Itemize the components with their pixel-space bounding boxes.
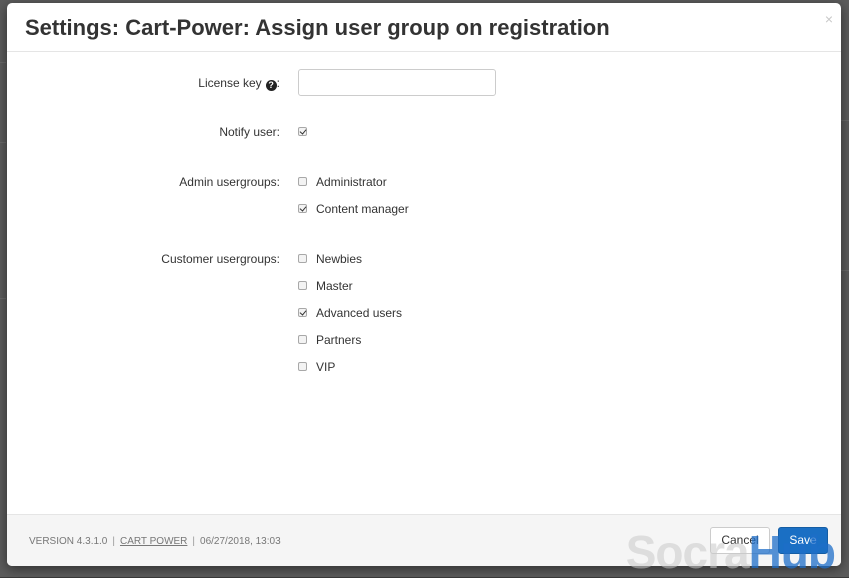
release-date: 06/27/2018, 13:03 [200, 536, 281, 547]
version-text: VERSION 4.3.1.0 [29, 536, 108, 547]
save-button[interactable]: Save [778, 527, 828, 554]
administrator-checkbox[interactable] [298, 177, 307, 187]
dialog-header: Settings: Cart-Power: Assign user group … [7, 3, 841, 52]
master-label[interactable]: Master [316, 279, 353, 293]
admin-usergroups-label: Admin usergroups: [179, 175, 280, 189]
background-divider [0, 62, 6, 63]
dialog-title: Settings: Cart-Power: Assign user group … [25, 15, 610, 40]
notify-user-checkbox[interactable] [298, 127, 307, 137]
administrator-label[interactable]: Administrator [316, 175, 387, 189]
close-icon[interactable]: × [825, 12, 833, 26]
newbies-label[interactable]: Newbies [316, 252, 362, 266]
notify-user-label: Notify user: [219, 125, 280, 139]
background-divider [841, 270, 849, 271]
vip-label[interactable]: VIP [316, 360, 335, 374]
background-divider [841, 120, 849, 121]
usergroup-option-master[interactable]: Master [298, 277, 353, 293]
separator: | [112, 536, 115, 547]
question-circle-icon[interactable]: ? [265, 80, 277, 91]
content-manager-checkbox[interactable] [298, 204, 307, 214]
background-divider [0, 298, 6, 299]
newbies-checkbox[interactable] [298, 254, 307, 264]
usergroup-option-vip[interactable]: VIP [298, 358, 335, 374]
separator: | [192, 536, 196, 547]
notify-user-row: Notify user: [7, 123, 841, 139]
settings-dialog: Settings: Cart-Power: Assign user group … [7, 3, 841, 566]
license-key-label: License key?: [20, 76, 280, 91]
usergroup-option-content-manager[interactable]: Content manager [298, 200, 409, 216]
license-key-row: License key?: [7, 69, 841, 97]
usergroup-option-newbies[interactable]: Newbies [298, 250, 362, 266]
vendor-link[interactable]: CART POWER [120, 536, 187, 547]
partners-checkbox[interactable] [298, 335, 307, 345]
version-info: VERSION 4.3.1.0 | CART POWER | 06/27/2018, 1… [29, 536, 281, 547]
usergroup-option-advanced-users[interactable]: Advanced users [298, 304, 402, 320]
license-key-label-text: License key [198, 76, 262, 90]
dialog-footer: VERSION 4.3.1.0 | CART POWER | 06/27/2018, 1… [7, 514, 841, 566]
customer-usergroups-label: Customer usergroups: [161, 252, 280, 266]
admin-usergroups-row: Admin usergroups: Administrator Content … [7, 173, 841, 223]
master-checkbox[interactable] [298, 281, 307, 291]
vip-checkbox[interactable] [298, 362, 307, 372]
background-divider [0, 142, 6, 143]
content-manager-label[interactable]: Content manager [316, 202, 409, 216]
usergroup-option-partners[interactable]: Partners [298, 331, 361, 347]
customer-usergroups-row: Customer usergroups: Newbies Master Adva… [7, 250, 841, 380]
cancel-button[interactable]: Cancel [710, 527, 770, 554]
usergroup-option-administrator[interactable]: Administrator [298, 173, 387, 189]
advanced-users-label[interactable]: Advanced users [316, 306, 402, 320]
partners-label[interactable]: Partners [316, 333, 361, 347]
advanced-users-checkbox[interactable] [298, 308, 307, 318]
license-key-input[interactable] [298, 69, 496, 96]
notify-user-option [298, 123, 307, 139]
license-key-label-suffix: : [276, 76, 280, 90]
